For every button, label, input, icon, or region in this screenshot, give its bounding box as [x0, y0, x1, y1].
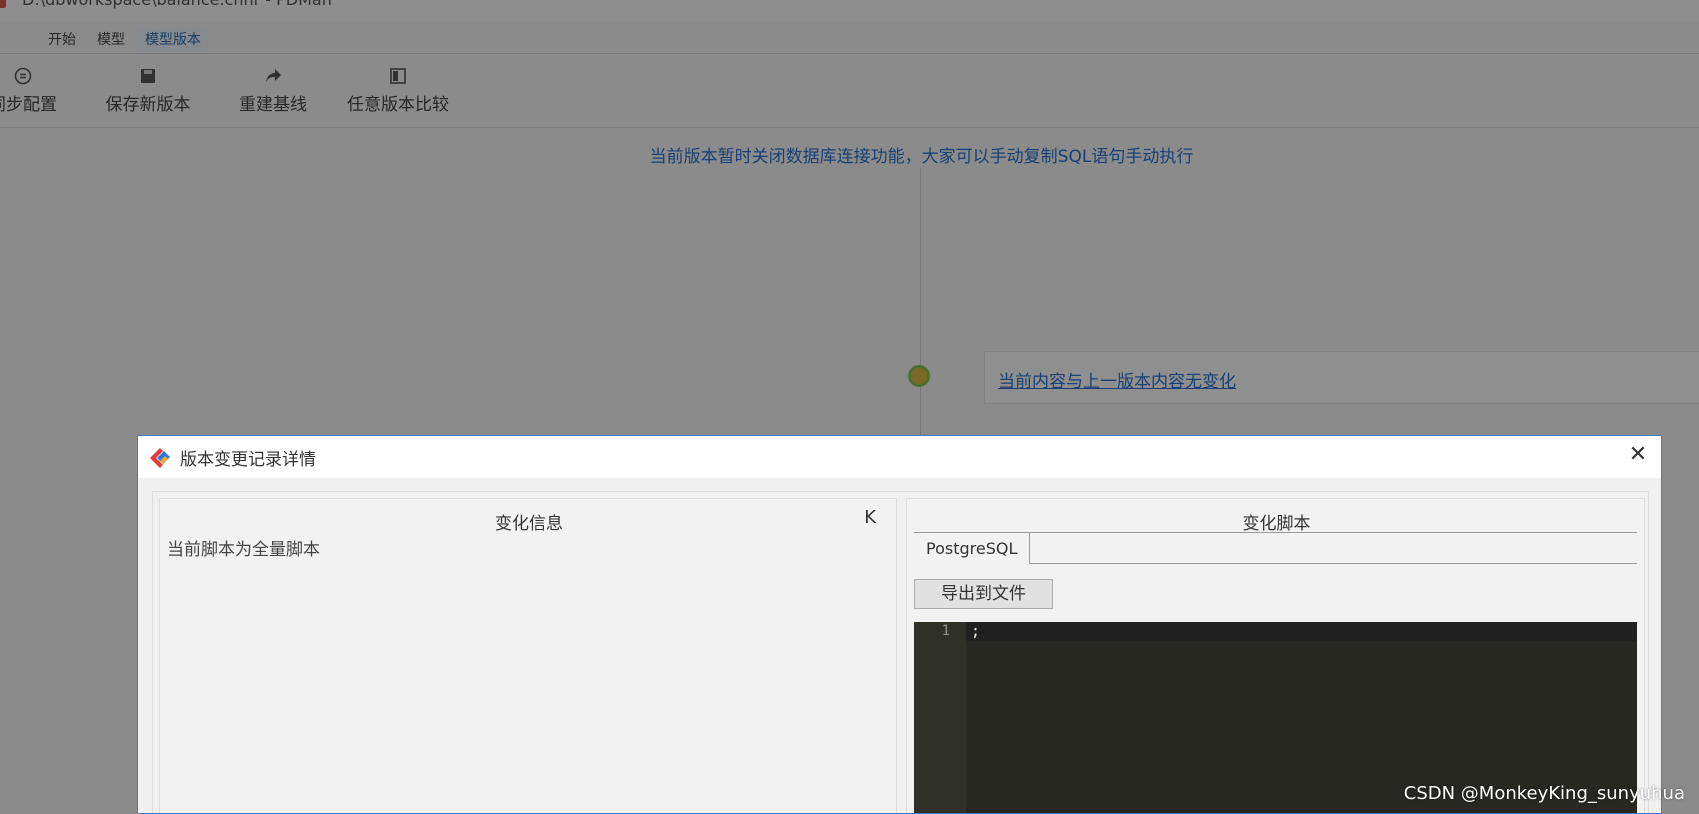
collapse-icon[interactable]: K	[864, 507, 876, 528]
active-line-highlight	[914, 622, 1637, 641]
db-type-tabs: PostgreSQL	[914, 533, 1637, 564]
dialog-body: 变化信息 K 当前脚本为全量脚本 变化脚本 PostgreSQL 导出到文件 1…	[152, 491, 1649, 813]
change-info-panel: 变化信息 K 当前脚本为全量脚本	[159, 498, 897, 813]
tab-postgresql[interactable]: PostgreSQL	[914, 533, 1031, 564]
line-number: 1	[941, 623, 950, 639]
change-script-title: 变化脚本	[1242, 514, 1311, 534]
dialog-title: 版本变更记录详情	[180, 450, 316, 470]
csdn-watermark: CSDN @MonkeyKing_sunyuhua	[1403, 783, 1685, 804]
version-change-detail-dialog: 版本变更记录详情 ✕ 变化信息 K 当前脚本为全量脚本 变化脚本 Postgre…	[137, 435, 1662, 814]
code-line[interactable]: ;	[971, 622, 980, 641]
change-script-panel: 变化脚本 PostgreSQL 导出到文件 1 ;	[906, 498, 1645, 813]
export-to-file-button[interactable]: 导出到文件	[914, 579, 1053, 609]
change-info-title: 变化信息	[495, 514, 563, 534]
change-info-content: 当前脚本为全量脚本	[167, 540, 320, 560]
editor-gutter: 1	[914, 622, 966, 813]
dialog-titlebar: 版本变更记录详情 ✕	[138, 436, 1661, 478]
pdman-logo-icon	[148, 446, 172, 470]
close-icon[interactable]: ✕	[1623, 440, 1653, 470]
